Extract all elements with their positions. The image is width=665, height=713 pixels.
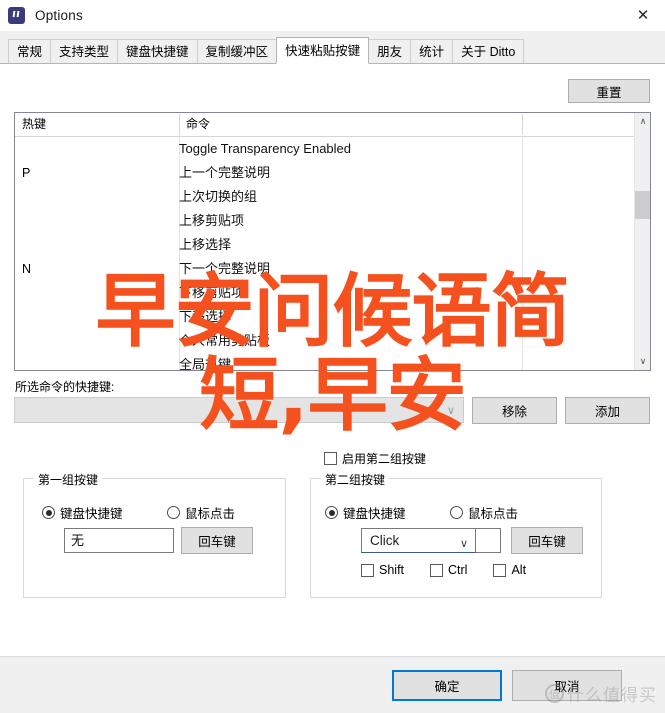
tab-1[interactable]: 支持类型 bbox=[50, 39, 119, 63]
g2-radio-keyboard-label: 键盘快捷键 bbox=[343, 507, 406, 521]
table-row[interactable]: P 上一个完整说明 bbox=[15, 161, 635, 185]
table-row[interactable]: 个人常用剪贴板 bbox=[15, 329, 635, 353]
g2-click-combo-value: Click bbox=[370, 533, 400, 548]
checkbox-box bbox=[430, 563, 444, 577]
shortcut-label: 所选命令的快捷键: bbox=[15, 380, 115, 394]
second-key-group-title: 第二组按键 bbox=[321, 471, 390, 488]
window-title: Options bbox=[35, 8, 83, 23]
modifier-label: Ctrl bbox=[448, 563, 468, 577]
column-header-command[interactable]: 命令 bbox=[179, 113, 522, 136]
checkbox-box bbox=[324, 452, 337, 465]
chevron-down-icon: ∨ bbox=[446, 405, 455, 417]
ok-button[interactable]: 确定 bbox=[392, 670, 502, 701]
cell-command: Toggle Transparency Enabled bbox=[179, 141, 352, 156]
g2-radio-keyboard[interactable]: 键盘快捷键 bbox=[325, 503, 406, 522]
shortcut-combo[interactable]: ∨ bbox=[14, 397, 464, 423]
table-row[interactable]: Toggle Transparency Enabled bbox=[15, 137, 635, 161]
cell-command: 上一个完整说明 bbox=[179, 165, 271, 180]
radio-dot bbox=[325, 506, 338, 519]
table-row[interactable]: N 下一个完整说明 bbox=[15, 257, 635, 281]
first-key-group: 第一组按键 键盘快捷键 鼠标点击 无 回车键 bbox=[23, 471, 286, 598]
g1-radio-mouse-label: 鼠标点击 bbox=[185, 507, 236, 521]
modifier-label: Shift bbox=[379, 563, 405, 577]
enable-second-set-label: 启用第二组按键 bbox=[342, 452, 427, 466]
g2-modifier-row: Shift Ctrl Alt bbox=[361, 563, 526, 577]
radio-dot bbox=[42, 506, 55, 519]
g2-radio-mouse-label: 鼠标点击 bbox=[468, 507, 519, 521]
table-row[interactable]: 下移剪贴项 bbox=[15, 281, 635, 305]
cell-command: 下移剪贴项 bbox=[179, 285, 245, 300]
cell-command: 上次切换的组 bbox=[179, 189, 258, 204]
g2-click-extra-field[interactable] bbox=[476, 528, 501, 553]
modifier-label: Alt bbox=[511, 563, 527, 577]
chevron-down-icon: ∨ bbox=[459, 538, 468, 550]
first-key-group-title: 第一组按键 bbox=[34, 471, 103, 488]
modifier-checkbox-alt[interactable]: Alt bbox=[493, 563, 526, 577]
checkbox-box bbox=[493, 563, 507, 577]
hotkey-list[interactable]: 热键 命令 Toggle Transparency Enabled P 上一个完整说… bbox=[14, 112, 651, 371]
tab-5[interactable]: 朋友 bbox=[368, 39, 412, 63]
g1-radio-keyboard-label: 键盘快捷键 bbox=[60, 507, 123, 521]
cell-command: 上移剪贴项 bbox=[179, 213, 245, 228]
add-button[interactable]: 添加 bbox=[565, 397, 650, 424]
list-rows: Toggle Transparency Enabled P 上一个完整说明 上次切换的… bbox=[15, 137, 635, 371]
enable-second-set-checkbox[interactable]: 启用第二组按键 bbox=[324, 450, 426, 467]
tab-4[interactable]: 快速粘贴按键 bbox=[276, 37, 370, 64]
remove-button[interactable]: 移除 bbox=[472, 397, 557, 424]
g2-enter-button[interactable]: 回车键 bbox=[511, 527, 583, 554]
g1-radio-mouse[interactable]: 鼠标点击 bbox=[167, 503, 235, 522]
g1-enter-button[interactable]: 回车键 bbox=[181, 527, 253, 554]
g2-radio-mouse[interactable]: 鼠标点击 bbox=[450, 503, 518, 522]
cancel-button[interactable]: 取消 bbox=[512, 670, 622, 701]
scroll-down-icon[interactable]: ∨ bbox=[635, 353, 650, 370]
cell-hotkey: N bbox=[22, 262, 32, 276]
modifier-checkbox-shift[interactable]: Shift bbox=[361, 563, 404, 577]
cell-command: 下一个完整说明 bbox=[179, 261, 271, 276]
g1-radio-keyboard[interactable]: 键盘快捷键 bbox=[42, 503, 123, 522]
title-bar: Options ✕ bbox=[0, 0, 665, 31]
tab-2[interactable]: 键盘快捷键 bbox=[117, 39, 198, 63]
table-row[interactable]: 上次切换的组 bbox=[15, 185, 635, 209]
cell-command: 个人常用剪贴板 bbox=[179, 333, 271, 348]
checkbox-box bbox=[361, 563, 374, 577]
reset-button[interactable]: 重置 bbox=[568, 79, 650, 103]
g1-key-input[interactable]: 无 bbox=[64, 528, 174, 553]
table-row[interactable]: 全局热键 bbox=[15, 353, 635, 371]
options-page: 重置 热键 命令 Toggle Transparency Enabled P 上一个… bbox=[0, 64, 665, 708]
table-row[interactable]: 下移选择 bbox=[15, 305, 635, 329]
scrollbar-thumb[interactable] bbox=[635, 191, 650, 219]
column-header-hotkey[interactable]: 热键 bbox=[15, 113, 179, 136]
scroll-up-icon[interactable]: ∧ bbox=[635, 113, 650, 130]
list-header: 热键 命令 bbox=[15, 113, 650, 137]
list-scrollbar[interactable]: ∧ ∨ bbox=[634, 113, 650, 370]
radio-dot bbox=[450, 506, 463, 519]
tab-6[interactable]: 统计 bbox=[410, 39, 454, 63]
modifier-checkbox-ctrl[interactable]: Ctrl bbox=[430, 563, 467, 577]
g2-click-combo[interactable]: Click ∨ bbox=[361, 528, 476, 553]
ditto-quote-icon bbox=[8, 7, 25, 24]
radio-dot bbox=[167, 506, 180, 519]
cell-command: 上移选择 bbox=[179, 237, 232, 252]
table-row[interactable]: 上移选择 bbox=[15, 233, 635, 257]
tab-0[interactable]: 常规 bbox=[8, 39, 52, 63]
close-icon[interactable]: ✕ bbox=[621, 0, 665, 31]
tab-7[interactable]: 关于 Ditto bbox=[452, 39, 525, 63]
second-key-group: 第二组按键 键盘快捷键 鼠标点击 Click ∨ 回车键 Shift Ctrl Al… bbox=[310, 471, 602, 598]
cell-command: 全局热键 bbox=[179, 357, 232, 371]
tab-strip: 常规 支持类型 键盘快捷键 复制缓冲区 快速粘贴按键 朋友 统计 关于 Ditto bbox=[0, 31, 665, 64]
tab-3[interactable]: 复制缓冲区 bbox=[196, 39, 278, 63]
cell-command: 下移选择 bbox=[179, 309, 232, 324]
cell-hotkey: P bbox=[22, 166, 31, 180]
dialog-footer: 确定 取消 bbox=[0, 656, 665, 713]
table-row[interactable]: 上移剪贴项 bbox=[15, 209, 635, 233]
